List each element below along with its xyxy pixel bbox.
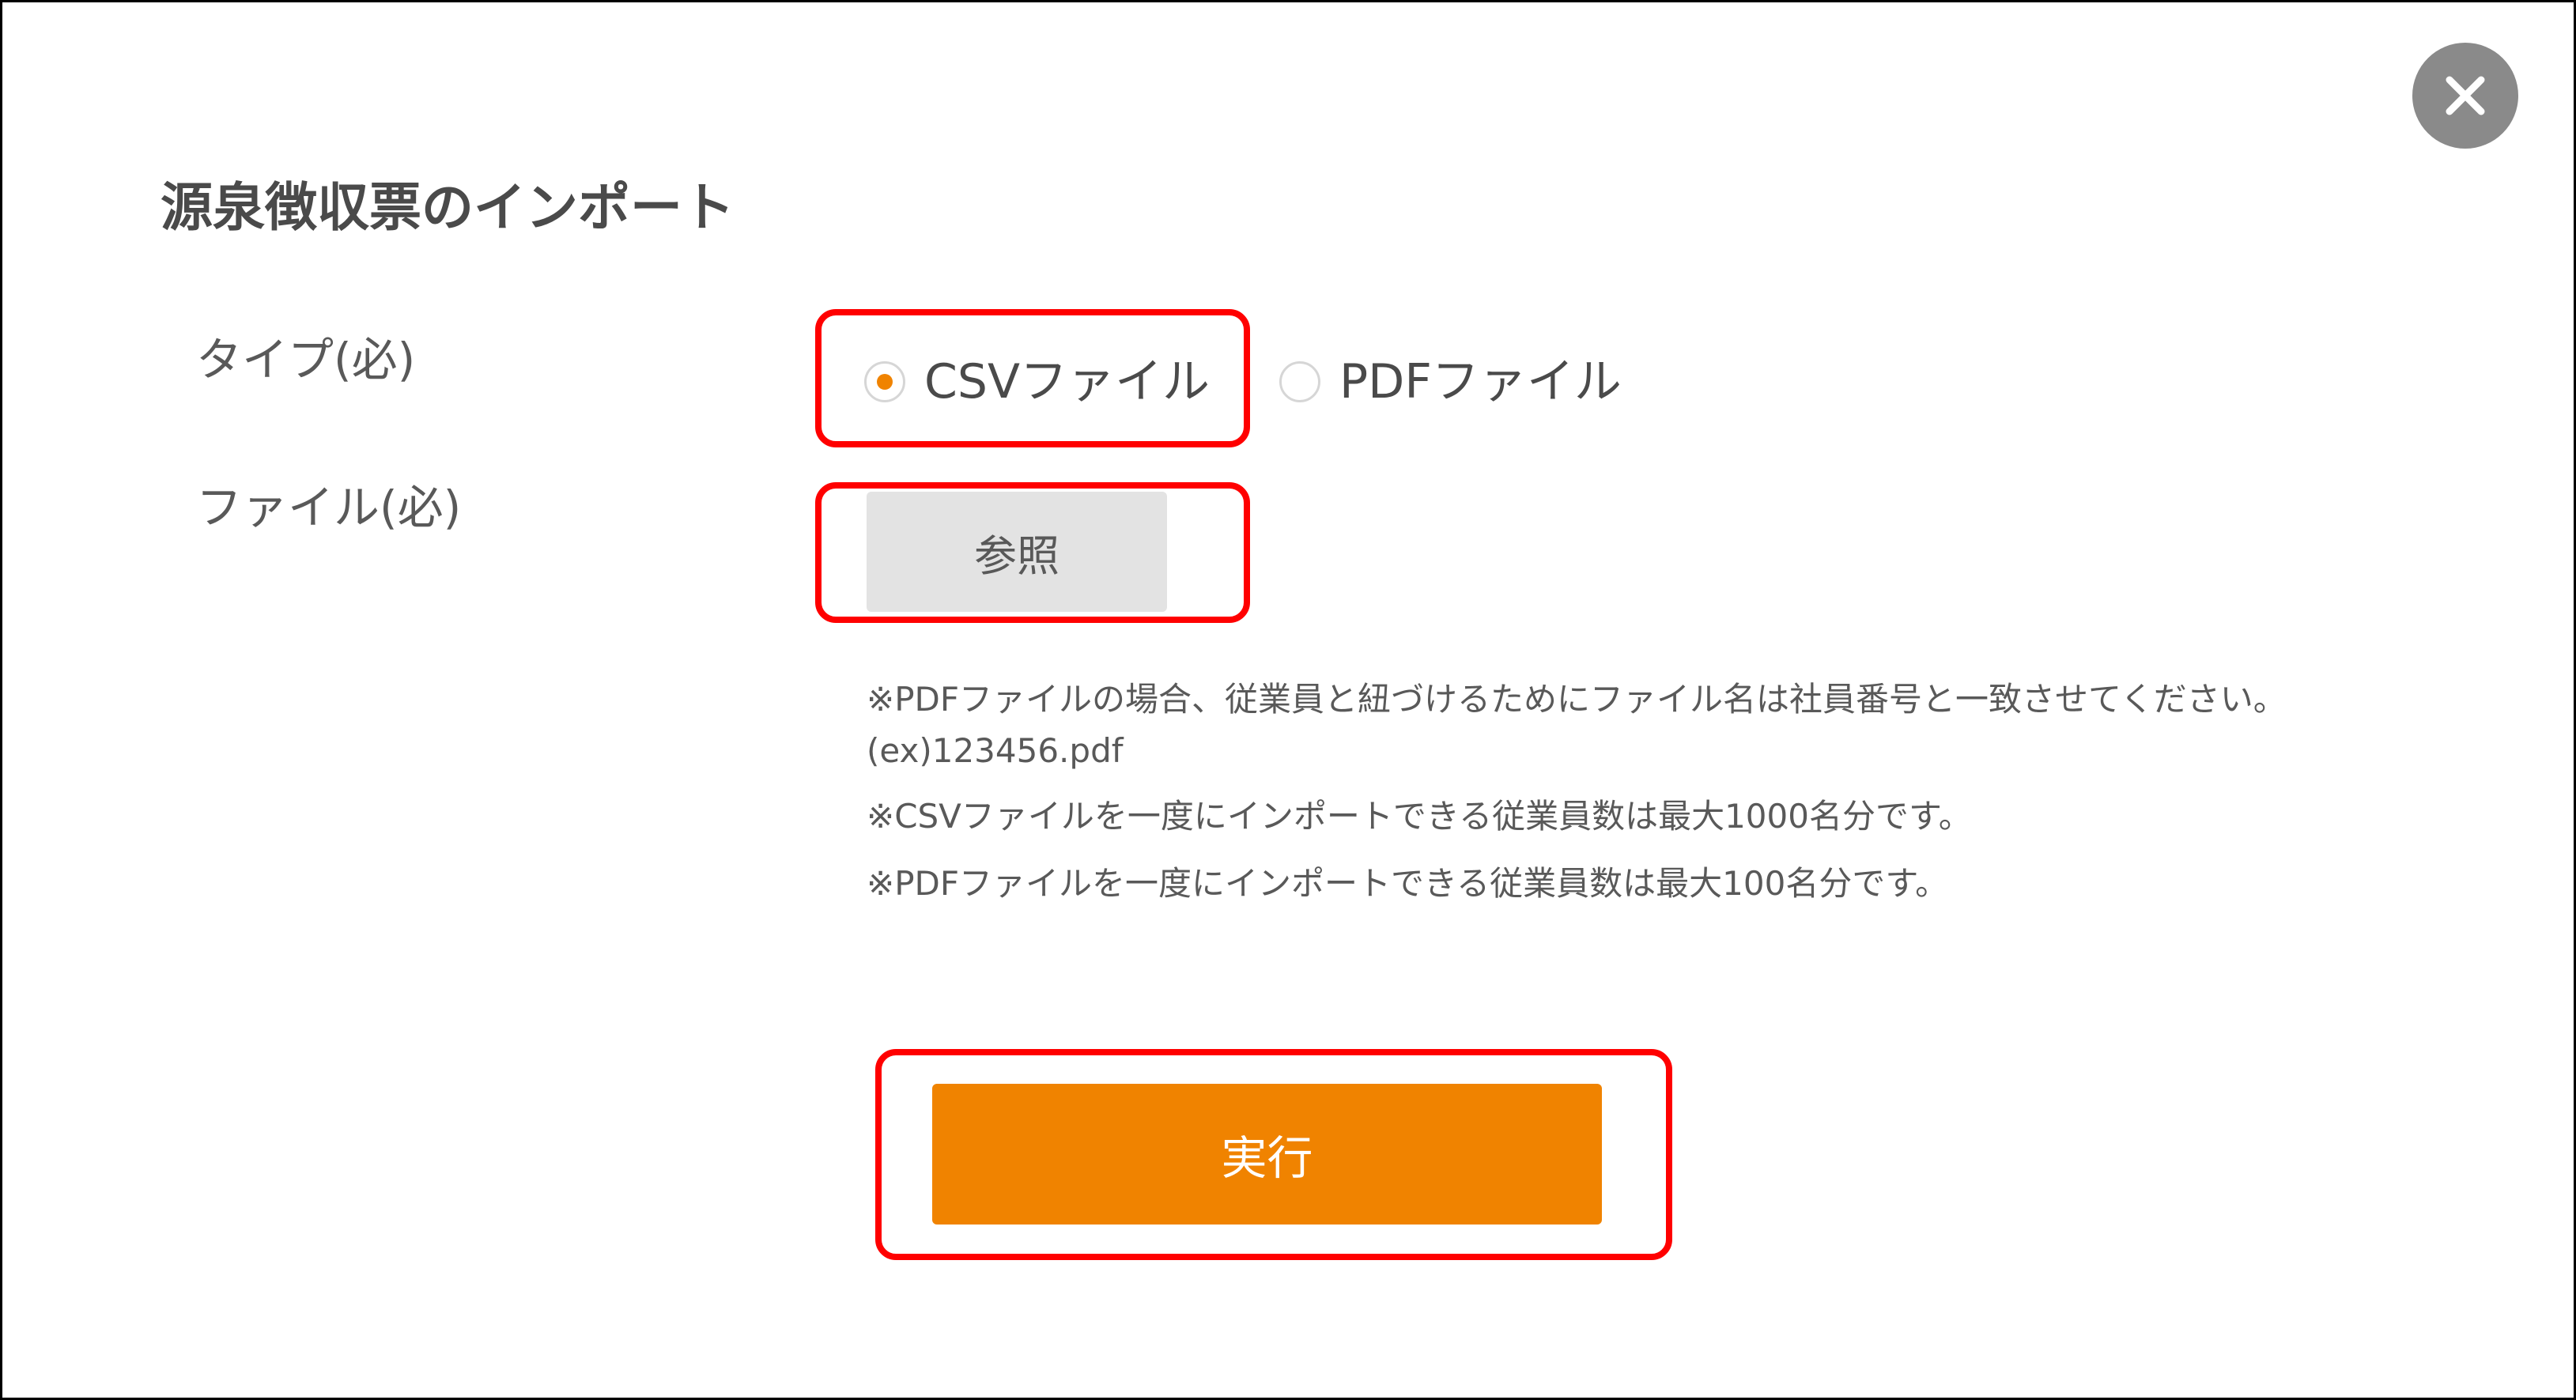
radio-label-pdf: PDFファイル — [1339, 354, 1622, 409]
radio-label-csv: CSVファイル — [924, 354, 1211, 409]
note-pdf-filename: ※PDFファイルの場合、従業員と紐づけるためにファイル名は社員番号と一致させてく… — [867, 680, 2287, 719]
note-pdf-example: (ex)123456.pdf — [867, 731, 1124, 770]
radio-button-csv[interactable] — [864, 361, 905, 402]
dialog-title: 源泉徴収票のインポート — [161, 177, 735, 238]
radio-button-pdf[interactable] — [1279, 361, 1320, 402]
run-button[interactable]: 実行 — [932, 1084, 1602, 1225]
note-pdf-limit: ※PDFファイルを一度にインポートできる従業員数は最大100名分です。 — [867, 864, 1949, 903]
close-button[interactable] — [2412, 43, 2518, 149]
radio-option-csv[interactable]: CSVファイル — [864, 342, 1210, 421]
browse-button[interactable]: 参照 — [867, 492, 1167, 612]
close-icon — [2446, 76, 2485, 115]
radio-option-pdf[interactable]: PDFファイル — [1279, 342, 1622, 421]
type-field-label: タイプ(必) — [196, 333, 416, 387]
radio-selected-dot — [877, 374, 893, 390]
import-dialog: 源泉徴収票のインポート タイプ(必) ファイル(必) CSVファイル PDFファ… — [0, 0, 2576, 1400]
file-field-label: ファイル(必) — [196, 481, 462, 534]
note-csv-limit: ※CSVファイルを一度にインポートできる従業員数は最大1000名分です。 — [867, 797, 1972, 836]
